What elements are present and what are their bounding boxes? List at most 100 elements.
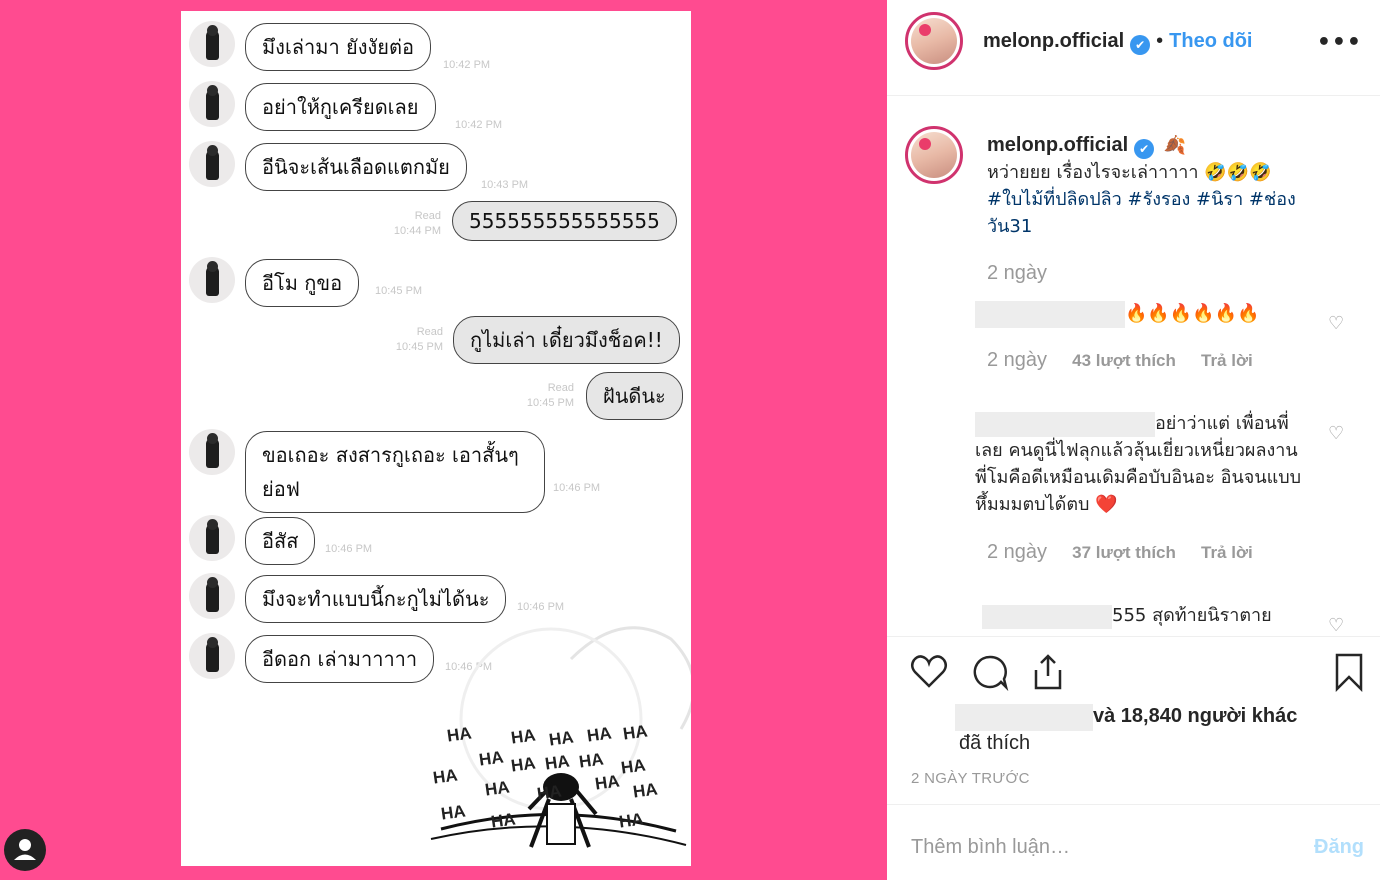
laugh-emoji: 🤣🤣🤣 (1204, 162, 1272, 183)
liked-by-count[interactable]: và 18,840 người khác (1093, 705, 1297, 727)
chat-timestamp: 10:42 PM (443, 59, 491, 71)
comment-bubble-icon[interactable] (970, 652, 1010, 692)
comic-ha-text: HA (483, 777, 511, 800)
comic-ha-text: HA (585, 723, 613, 746)
comment: 555 สุดท้ายนิราตาย (982, 602, 1312, 629)
chat-read-label: Read (416, 326, 443, 338)
chat-bubble: ขอเถอะ สงสารกูเถอะ เอาสั้นๆ ย่อฟ (245, 431, 545, 513)
chat-timestamp: 10:45 PM (375, 285, 423, 297)
chat-avatar (189, 21, 235, 67)
chat-bubble: อีสัส (245, 517, 316, 565)
chat-bubble: อย่าให้กูเครียดเลย (245, 83, 436, 131)
more-options-icon[interactable]: ••• (1317, 30, 1362, 55)
save-bookmark-icon[interactable] (1329, 652, 1369, 692)
comment: อย่าว่าแต่ เพื่อนพี่เลย คนดูนี่ไฟลุกแล้ว… (975, 410, 1305, 518)
chat-bubble: มึงเล่ามา ยังงัยต่อ (245, 23, 432, 71)
chat-bubble: ฝันดีนะ (586, 372, 683, 420)
caption: melonp.official ✔ 🍂 หว่ายยย เรื่องไรจะเล่… (987, 132, 1327, 240)
chat-timestamp: 10:46 PM (325, 543, 373, 555)
follow-button[interactable]: Theo dõi (1169, 30, 1252, 52)
user-icon (14, 839, 36, 860)
comic-ha-text: HA (577, 749, 605, 772)
post-header: melonp.official ✔ • Theo dõi (983, 30, 1252, 55)
chat-timestamp: 10:46 PM (553, 482, 601, 494)
chat-bubble: กูไม่เล่า เดี๋ยวมึงช็อค!! (453, 316, 680, 364)
comment-meta: 2 ngày 43 lượt thích Trả lời (987, 349, 1253, 372)
comic-illustration: HA HA HA HA HA HA HA HA HA HA HA HA HA H… (421, 599, 691, 866)
comment-text: 555 สุดท้ายนิราตาย (1112, 605, 1272, 626)
caption-author-avatar[interactable] (905, 126, 963, 184)
chat-timestamp: 10:44 PM (393, 225, 441, 237)
comic-ha-text: HA (631, 779, 659, 802)
chat-timestamp: 10:45 PM (526, 397, 574, 409)
chat-read-label: Read (547, 382, 574, 394)
comic-ha-text: HA (619, 755, 647, 778)
comment-time: 2 ngày (987, 541, 1048, 563)
comic-ha-text: HA (509, 753, 537, 776)
verified-icon: ✔ (1130, 35, 1151, 55)
post-image: มึงเล่ามา ยังงัยต่อ 10:42 PM อย่าให้กูเค… (181, 11, 691, 866)
chat-bubble: อีโม กูขอ (245, 259, 360, 307)
caption-hashtags[interactable]: #ใบไม้ที่ปลิดปลิว #รังรอง #นิรา #ช่องวัน… (987, 186, 1327, 240)
comment-like-icon[interactable]: ♡ (1328, 617, 1346, 635)
redacted-username (955, 704, 1093, 731)
actions-divider (887, 636, 1380, 637)
comic-ha-text: HA (489, 809, 517, 832)
reply-button[interactable]: Trả lời (1201, 543, 1253, 562)
chat-bubble: อีนิจะเส้นเลือดแตกมัย (245, 143, 467, 191)
caption-text: หว่ายยย เรื่องไรจะเล่าาาาา (987, 162, 1199, 183)
post-sidebar: melonp.official ✔ • Theo dõi ••• melonp.off… (887, 0, 1380, 880)
comic-ha-text: HA (617, 809, 645, 832)
comment-likes[interactable]: 37 lượt thích (1072, 543, 1176, 562)
chat-timestamp: 10:42 PM (455, 119, 503, 131)
share-icon[interactable] (1028, 652, 1068, 692)
comment-time: 2 ngày (987, 349, 1048, 371)
chat-bubble: อีดอก เล่ามาาาาา (245, 635, 435, 683)
verified-icon: ✔ (1134, 139, 1155, 159)
author-avatar[interactable] (905, 12, 963, 70)
chat-timestamp: 10:43 PM (481, 179, 529, 191)
caption-username[interactable]: melonp.official (987, 134, 1128, 156)
comic-ha-text: HA (445, 723, 473, 746)
profile-avatar-button[interactable] (4, 829, 46, 871)
comic-ha-text: HA (431, 765, 459, 788)
comic-ha-text: HA (477, 747, 505, 770)
comment: 🔥🔥🔥🔥🔥🔥 (975, 300, 1295, 328)
comments-list[interactable]: melonp.official ✔ 🍂 หว่ายยย เรื่องไรจะเล่… (887, 96, 1380, 636)
comment-likes[interactable]: 43 lượt thích (1072, 351, 1176, 370)
post-time-ago: 2 NGÀY TRƯỚC (911, 770, 1030, 787)
like-heart-icon[interactable] (909, 652, 949, 692)
comment-input[interactable]: Thêm bình luận… (911, 836, 1070, 859)
comment-like-icon[interactable]: ♡ (1328, 425, 1346, 443)
comment-text: 🔥🔥🔥🔥🔥🔥 (1125, 303, 1260, 324)
comment-box-divider (887, 804, 1380, 805)
comment-meta: 2 ngày 37 lượt thích Trả lời (987, 541, 1253, 564)
heart-emoji: ❤️ (1095, 494, 1118, 515)
caption-time: 2 ngày (987, 262, 1048, 284)
comic-ha-text: HA (509, 725, 537, 748)
chat-avatar (189, 573, 235, 619)
comic-ha-text: HA (535, 781, 563, 804)
chat-avatar (189, 633, 235, 679)
redacted-username (982, 604, 1112, 629)
comic-ha-text: HA (547, 727, 575, 750)
chat-timestamp: 10:45 PM (395, 341, 443, 353)
chat-avatar (189, 81, 235, 127)
reply-button[interactable]: Trả lời (1201, 351, 1253, 370)
leaf-emoji: 🍂 (1163, 135, 1187, 156)
chat-avatar (189, 429, 235, 475)
liked-by: và 18,840 người khác (955, 704, 1297, 731)
author-username[interactable]: melonp.official (983, 30, 1124, 52)
comment-like-icon[interactable]: ♡ (1328, 315, 1346, 333)
chat-read-label: Read (414, 210, 441, 222)
liked-label: đã thích (959, 732, 1031, 754)
comic-ha-text: HA (543, 751, 571, 774)
chat-bubble: 555555555555555 (452, 201, 677, 241)
redacted-username (975, 301, 1125, 328)
post-comment-button[interactable]: Đăng (1314, 836, 1364, 859)
separator-dot: • (1156, 30, 1164, 52)
chat-avatar (189, 515, 235, 561)
comic-ha-text: HA (439, 801, 467, 824)
chat-avatar (189, 141, 235, 187)
chat-avatar (189, 257, 235, 303)
